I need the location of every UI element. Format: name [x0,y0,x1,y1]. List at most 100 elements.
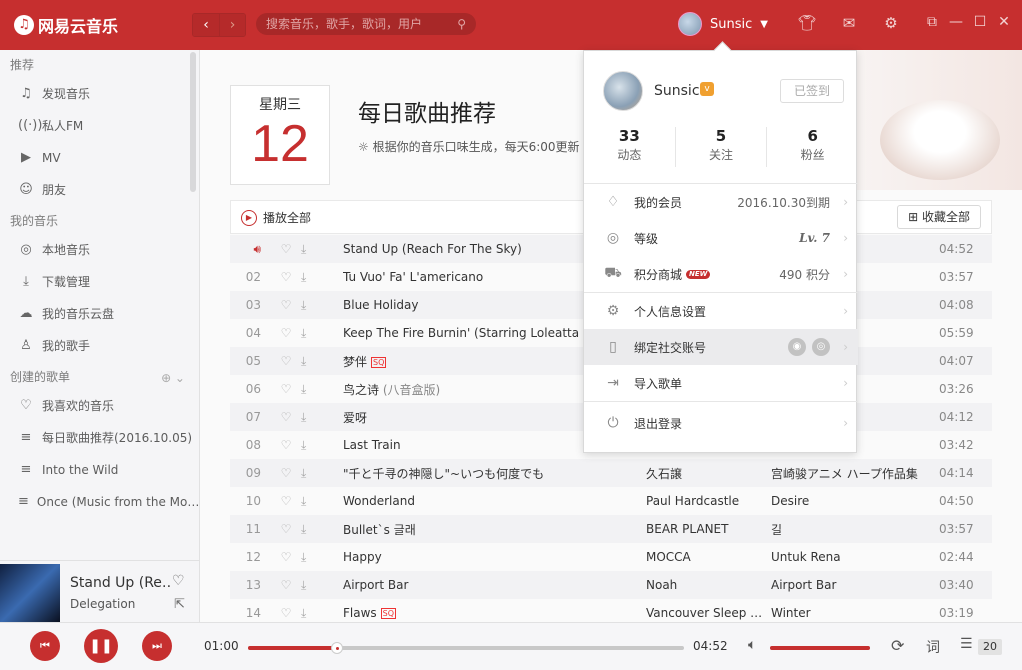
like-icon[interactable]: ♡ [275,242,297,256]
download-icon[interactable]: ⤓ [297,326,343,341]
sidebar-item-discover[interactable]: ♫ 发现音乐 [0,78,199,110]
sidebar-item-playlist[interactable]: ≡ Into the Wild [0,454,199,486]
skin-icon[interactable]: 👕︎ [786,14,828,32]
avatar[interactable] [678,12,702,36]
playlist-icon[interactable]: ☰ [960,636,973,652]
menu-level[interactable]: ◎ 等级 Lv. 7 › [584,220,858,256]
like-icon[interactable]: ♡ [275,466,297,480]
user-name[interactable]: Sunsic [710,17,752,32]
volume-icon[interactable]: 🔈︎ [748,637,756,653]
download-icon[interactable]: ⤓ [297,466,343,481]
like-icon[interactable]: ♡ [275,354,297,368]
playlist-count[interactable]: 20 [978,639,1002,655]
volume-slider[interactable] [770,646,870,650]
stat-following[interactable]: 5 关注 [676,127,768,167]
like-icon[interactable]: ♡ [275,326,297,340]
table-row[interactable]: 10 ♡ ⤓ Wonderland Paul Hardcastle Desire 04:50 [230,487,992,515]
sidebar-item-downloads[interactable]: ⤓ 下载管理 [0,266,199,298]
download-icon[interactable]: ⤓ [297,438,343,453]
pause-button[interactable]: ❚❚ [84,629,118,663]
mini-mode-icon[interactable]: ⧉ [920,14,944,30]
loop-icon[interactable]: ⟳ [891,636,904,655]
douban-icon[interactable]: ◎ [812,338,830,356]
search-box[interactable]: ⚲ [256,13,476,35]
menu-bind-social[interactable]: ▯ 绑定社交账号 ◉ ◎ › [584,329,858,365]
progress-bar[interactable] [248,642,684,654]
now-playing-title[interactable]: Stand Up (Re… [70,575,170,591]
like-icon[interactable]: ♡ [172,573,185,589]
menu-profile-settings[interactable]: ⚙ 个人信息设置 › [584,293,858,329]
download-icon[interactable]: ⤓ [297,242,343,257]
like-icon[interactable]: ♡ [275,522,297,536]
add-playlist-icon[interactable]: ⊕ ⌄ [161,370,185,386]
song-artist[interactable]: BEAR PLANET [646,522,771,536]
table-row[interactable]: 11 ♡ ⤓ Bullet`s 글래 BEAR PLANET 길 03:57 [230,515,992,543]
download-icon[interactable]: ⤓ [297,494,343,509]
like-icon[interactable]: ♡ [275,382,297,396]
sidebar-item-daily[interactable]: ≡ 每日歌曲推荐(2016.10.05) [0,422,199,454]
song-album[interactable]: Winter [771,606,939,620]
sidebar-item-liked[interactable]: ♡ 我喜欢的音乐 [0,390,199,422]
search-icon[interactable]: ⚲ [457,17,466,31]
download-icon[interactable]: ⤓ [297,354,343,369]
share-icon[interactable]: ⇱ [174,597,185,612]
like-icon[interactable]: ♡ [275,410,297,424]
song-album[interactable]: Airport Bar [771,578,939,592]
menu-import-playlist[interactable]: ⇥ 导入歌单 › [584,365,858,401]
maximize-icon[interactable]: ☐ [968,14,992,30]
lyric-button[interactable]: 词 [926,637,940,657]
like-icon[interactable]: ♡ [275,494,297,508]
gear-icon[interactable]: ⚙ [870,14,912,32]
sign-in-button[interactable]: 已签到 [780,79,844,103]
like-icon[interactable]: ♡ [275,270,297,284]
sidebar-item-local[interactable]: ◎ 本地音乐 [0,234,199,266]
download-icon[interactable]: ⤓ [297,578,343,593]
like-icon[interactable]: ♡ [275,578,297,592]
song-title[interactable]: Airport Bar [343,578,646,592]
song-title[interactable]: Happy [343,550,646,564]
song-title[interactable]: Wonderland [343,494,646,508]
album-cover[interactable] [0,564,60,622]
avatar[interactable] [603,71,643,111]
close-icon[interactable]: ✕ [992,14,1016,30]
now-playing-artist[interactable]: Delegation [70,597,135,611]
song-album[interactable]: Untuk Rena [771,550,939,564]
app-logo[interactable]: ♫ 网易云音乐 [14,13,118,37]
sidebar-item-fm[interactable]: ((·)) 私人FM [0,110,199,142]
minimize-icon[interactable]: — [944,14,968,30]
sidebar-item-mv[interactable]: ▶ MV [0,142,199,174]
menu-membership[interactable]: ♢ 我的会员 2016.10.30到期 › [584,184,858,220]
like-icon[interactable]: ♡ [275,438,297,452]
song-title[interactable]: Flaws SQ [343,606,646,620]
table-row[interactable]: 09 ♡ ⤓ "千と千寻の神隠し"~いつも何度でも 久石譲 宫崎骏アニメ ハープ作品集 04… [230,459,992,487]
menu-points-mall[interactable]: ⛟ 积分商城 NEW 490 积分 › [584,256,858,292]
chevron-down-icon[interactable]: ▼ [760,19,768,30]
download-icon[interactable]: ⤓ [297,522,343,537]
sidebar-item-cloud[interactable]: ☁ 我的音乐云盘 [0,298,199,330]
download-icon[interactable]: ⤓ [297,550,343,565]
progress-handle[interactable] [331,642,344,654]
download-icon[interactable]: ⤓ [297,410,343,425]
collect-all-button[interactable]: ⊞ 收藏全部 [897,205,981,229]
forward-button[interactable]: › [219,14,245,36]
table-row[interactable]: 13 ♡ ⤓ Airport Bar Noah Airport Bar 03:40 [230,571,992,599]
song-album[interactable]: 길 [771,521,939,538]
popup-user-name[interactable]: Sunsic [654,83,700,99]
song-title[interactable]: "千と千寻の神隠し"~いつも何度でも [343,465,646,482]
song-artist[interactable]: Paul Hardcastle [646,494,771,508]
sidebar-item-playlist[interactable]: ≡ Once (Music from the Mo… [0,486,199,518]
table-row[interactable]: 12 ♡ ⤓ Happy MOCCA Untuk Rena 02:44 [230,543,992,571]
mail-icon[interactable]: ✉ [828,14,870,32]
song-album[interactable]: Desire [771,494,939,508]
song-artist[interactable]: Vancouver Sleep … [646,606,771,620]
stat-events[interactable]: 33 动态 [584,127,676,167]
play-all-button[interactable]: ▶ 播放全部 [241,209,311,226]
song-artist[interactable]: Noah [646,578,771,592]
menu-logout[interactable]: ⏻ 退出登录 › [584,402,858,444]
download-icon[interactable]: ⤓ [297,270,343,285]
back-button[interactable]: ‹ [193,14,219,36]
song-album[interactable]: 宫崎骏アニメ ハープ作品集 [771,465,939,482]
sidebar-item-friends[interactable]: ☺ 朋友 [0,174,199,206]
user-menu[interactable]: Sunsic ▼ [678,12,768,36]
download-icon[interactable]: ⤓ [297,606,343,621]
